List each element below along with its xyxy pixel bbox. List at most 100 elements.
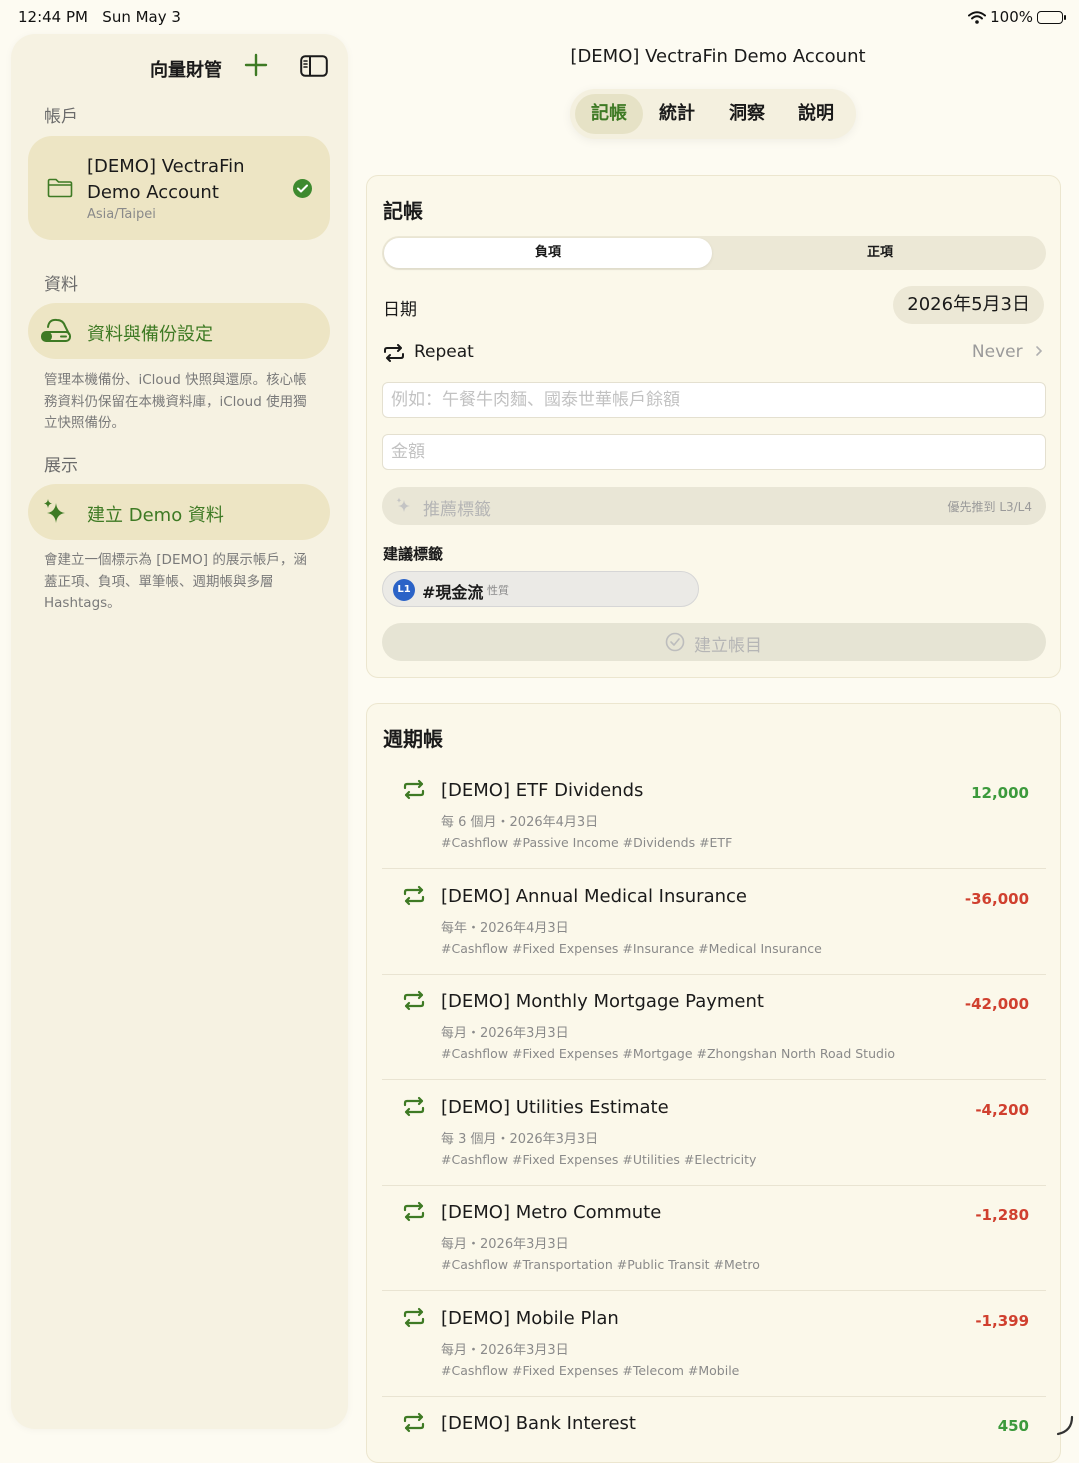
recurring-item[interactable]: [DEMO] Monthly Mortgage Payment 每月・2026年3… <box>382 976 1046 1080</box>
recurring-amount: 450 <box>997 1417 1029 1435</box>
recurring-schedule: 每月・2026年3月3日 <box>441 1342 569 1358</box>
description-input[interactable]: 例如：午餐牛肉麵、國泰世華帳戶餘額 <box>382 382 1046 418</box>
recurring-name: [DEMO] Metro Commute <box>441 1202 662 1223</box>
create-demo-label: 建立 Demo 資料 <box>87 505 224 526</box>
tag-chip[interactable]: L1 #現金流 性質 <box>382 571 699 607</box>
demo-header: 展示 <box>44 456 78 476</box>
recurring-tags: #Cashflow #Fixed Expenses #Telecom #Mobi… <box>441 1362 740 1378</box>
repeat-icon <box>384 344 404 362</box>
recurring-name: [DEMO] Utilities Estimate <box>441 1096 669 1118</box>
recurring-tags: #Cashflow #Passive Income #Dividends #ET… <box>441 835 733 850</box>
recurring-item[interactable]: [DEMO] Mobile Plan 每月・2026年3月3日 #Cashflow … <box>382 1292 1046 1397</box>
date-picker[interactable]: 2026年5月3日 <box>893 286 1044 324</box>
suggest-tags-hint: 優先推到 L3/L4 <box>947 500 1033 514</box>
sparkles-icon <box>396 497 410 512</box>
recurring-name: [DEMO] ETF Dividends <box>441 780 644 801</box>
tag-type: 性質 <box>487 584 509 597</box>
check-circle-icon <box>665 632 685 652</box>
tab-bar: 記帳 統計 洞察 說明 <box>570 89 856 139</box>
repeat-icon <box>403 990 425 1011</box>
recurring-title: 週期帳 <box>383 727 443 751</box>
repeat-value: Never <box>971 342 1023 362</box>
suggest-tags-button[interactable]: 推薦標籤 優先推到 L3/L4 <box>382 487 1046 525</box>
demo-description: 會建立一個標示為 [DEMO] 的展示帳戶，涵蓋正項、負項、單筆帳、週期帳與多層… <box>44 552 307 611</box>
account-card[interactable]: [DEMO] VectraFin Demo Account Asia/Taipe… <box>28 136 330 240</box>
repeat-icon <box>403 1201 425 1222</box>
type-segmented-control: 負項 正項 <box>382 236 1046 270</box>
repeat-icon <box>403 779 425 800</box>
recurring-amount: -1,280 <box>975 1206 1029 1224</box>
create-entry-label: 建立帳目 <box>694 636 762 656</box>
recurring-name: [DEMO] Mobile Plan <box>441 1307 619 1329</box>
status-time: 12:44 PM Sun May 3 <box>18 8 181 26</box>
recurring-item[interactable]: [DEMO] ETF Dividends 每 6 個月・2026年4月3日 #Cas… <box>382 765 1046 869</box>
segment-income[interactable]: 正項 <box>716 238 1044 268</box>
repeat-icon <box>403 1307 425 1327</box>
repeat-label: Repeat <box>414 342 474 362</box>
status-bar: 12:44 PM Sun May 3 100% <box>0 0 1079 34</box>
battery-icon <box>1037 10 1066 24</box>
cloud-drive-icon <box>41 318 71 342</box>
repeat-selector[interactable]: Never <box>972 342 1044 362</box>
app-title: 向量財管 <box>150 60 222 81</box>
recurring-amount: 12,000 <box>971 784 1029 802</box>
sidebar-toggle-icon[interactable] <box>300 55 328 77</box>
recurring-tags: #Cashflow #Fixed Expenses #Utilities #El… <box>441 1151 757 1167</box>
recurring-item[interactable]: [DEMO] Annual Medical Insurance 每年・2026年4… <box>382 870 1046 975</box>
chevron-right-icon <box>1036 346 1043 356</box>
account-name: [DEMO] VectraFin Demo Account <box>87 156 245 203</box>
entry-card: 記帳 負項 正項 日期 2026年5月3日 Repeat Never 例如：午餐… <box>366 175 1061 678</box>
recurring-card: 週期帳 [DEMO] ETF Dividends 每 6 個月・2026年4月3日… <box>366 703 1061 1463</box>
recurring-item[interactable]: [DEMO] Metro Commute 每月・2026年3月3日 #Cashflo… <box>382 1187 1046 1291</box>
recurring-schedule: 每月・2026年3月3日 <box>441 1026 569 1041</box>
recurring-tags: #Cashflow #Transportation #Public Transi… <box>441 1257 760 1272</box>
recurring-tags: #Cashflow #Fixed Expenses #Mortgage #Zho… <box>441 1046 896 1061</box>
accounts-header: 帳戶 <box>44 107 78 127</box>
recurring-schedule: 每年・2026年4月3日 <box>441 920 569 936</box>
status-right: 100% <box>968 8 1066 26</box>
tag-name: #現金流 <box>422 583 484 602</box>
suggest-tags-label: 推薦標籤 <box>423 500 491 520</box>
recurring-amount: -42,000 <box>964 995 1029 1013</box>
tab-entry[interactable]: 記帳 <box>575 94 643 134</box>
recurring-amount: -36,000 <box>964 889 1029 908</box>
repeat-icon <box>403 1412 425 1433</box>
amount-input[interactable]: 金額 <box>382 434 1046 470</box>
create-demo-button[interactable]: 建立 Demo 資料 <box>28 484 330 540</box>
recurring-name: [DEMO] Annual Medical Insurance <box>441 885 747 907</box>
recurring-item[interactable]: [DEMO] Utilities Estimate 每 3 個月・2026年3月3… <box>382 1081 1046 1186</box>
folder-icon <box>47 178 73 198</box>
battery-percent: 100% <box>990 8 1033 26</box>
repeat-icon <box>403 1096 425 1116</box>
tab-insights[interactable]: 洞察 <box>713 94 781 134</box>
recurring-amount: -1,399 <box>975 1311 1029 1330</box>
recurring-tags: #Cashflow #Fixed Expenses #Insurance #Me… <box>441 940 822 956</box>
create-entry-button[interactable]: 建立帳目 <box>382 623 1046 661</box>
recurring-schedule: 每 3 個月・2026年3月3日 <box>441 1131 599 1147</box>
recurring-schedule: 每月・2026年3月3日 <box>441 1237 569 1252</box>
sparkles-icon <box>44 499 65 523</box>
entry-title: 記帳 <box>383 199 423 223</box>
suggested-tags-header: 建議標籤 <box>383 545 444 563</box>
repeat-icon <box>403 885 425 905</box>
segment-expense[interactable]: 負項 <box>384 238 712 268</box>
sidebar-header: 向量財管 <box>11 44 348 90</box>
backup-settings-label: 資料與備份設定 <box>87 324 213 345</box>
recurring-schedule: 每 6 個月・2026年4月3日 <box>441 815 599 830</box>
backup-settings-button[interactable]: 資料與備份設定 <box>28 303 330 359</box>
checkmark-icon <box>293 179 312 198</box>
recurring-item[interactable]: [DEMO] Bank Interest 450 <box>382 1398 1046 1462</box>
date-label: 日期 <box>383 300 417 320</box>
account-timezone: Asia/Taipei <box>87 207 156 222</box>
tab-help[interactable]: 說明 <box>782 94 850 134</box>
recurring-name: [DEMO] Monthly Mortgage Payment <box>441 991 764 1012</box>
sidebar: 向量財管 帳戶 [DEMO] VectraFin Demo Account As… <box>11 34 348 1429</box>
tag-level-badge: L1 <box>393 579 415 601</box>
page-title: [DEMO] VectraFin Demo Account <box>570 46 866 67</box>
wifi-icon <box>968 10 987 24</box>
add-icon[interactable] <box>243 52 269 78</box>
data-header: 資料 <box>44 275 78 295</box>
recurring-name: [DEMO] Bank Interest <box>441 1413 636 1434</box>
backup-description: 管理本機備份、iCloud 快照與還原。核心帳務資料仍保留在本機資料庫，iClo… <box>44 372 307 431</box>
tab-statistics[interactable]: 統計 <box>643 94 711 134</box>
